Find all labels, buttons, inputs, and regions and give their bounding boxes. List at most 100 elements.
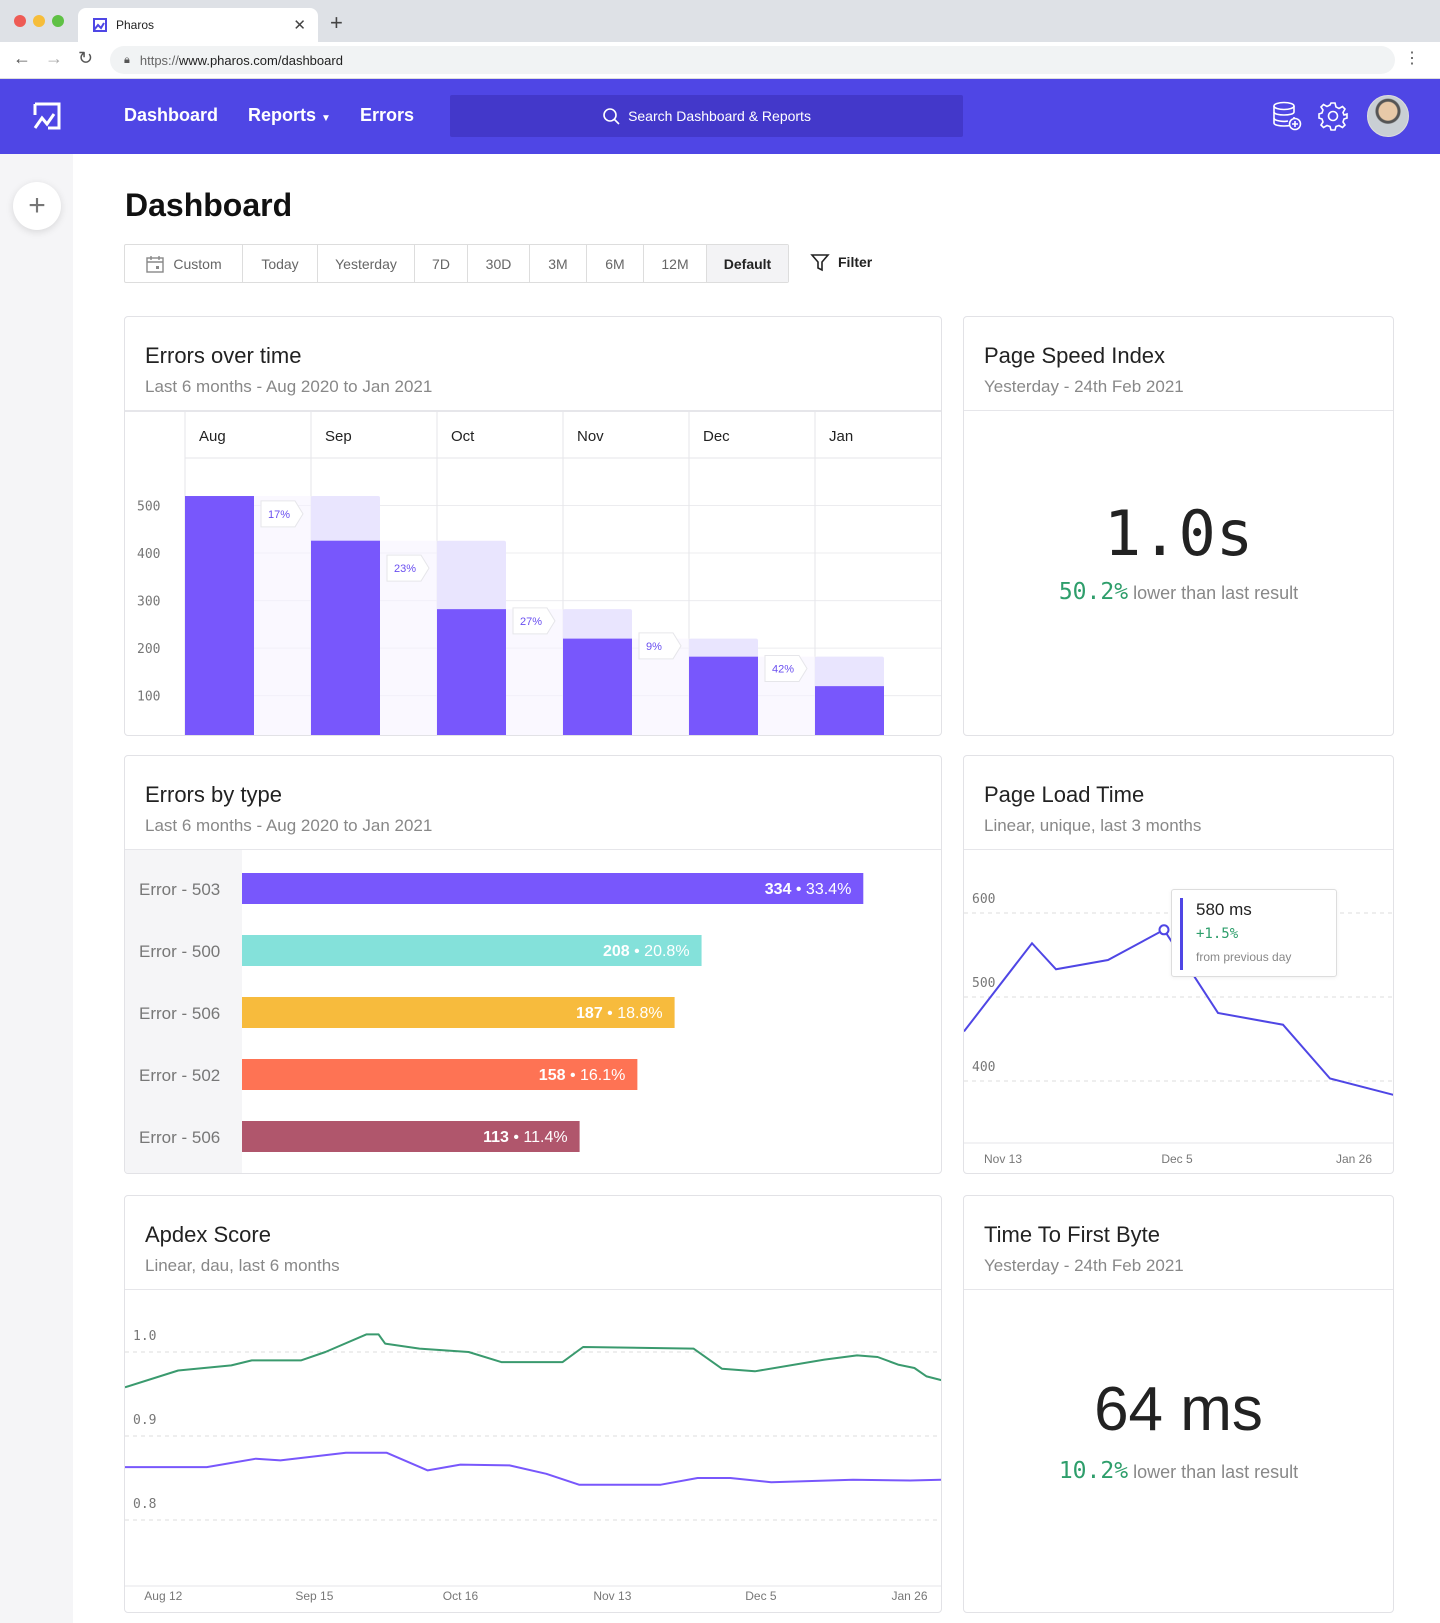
apdex-series-1-line bbox=[125, 1333, 941, 1389]
forward-icon[interactable]: → bbox=[45, 48, 63, 69]
nav-reports-label: Reports bbox=[248, 105, 317, 125]
search-icon bbox=[603, 108, 620, 125]
nav-reports[interactable]: Reports ▼ bbox=[248, 105, 331, 126]
error-percent: • 20.8% bbox=[634, 943, 689, 960]
close-window-button[interactable] bbox=[14, 15, 26, 27]
page-title: Dashboard bbox=[125, 187, 293, 223]
page-speed-value: 1.0s bbox=[1103, 497, 1254, 570]
tooltip-value: 580 ms bbox=[1196, 900, 1252, 919]
filter-button[interactable]: Filter bbox=[810, 252, 872, 272]
range-yesterday[interactable]: Yesterday bbox=[318, 245, 415, 282]
range-label: 7D bbox=[432, 255, 450, 272]
add-widget-button[interactable]: + bbox=[13, 182, 61, 230]
minimize-window-button[interactable] bbox=[33, 15, 45, 27]
y-tick-label: 400 bbox=[972, 1060, 995, 1075]
browser-tab[interactable]: Pharos ✕ bbox=[78, 8, 318, 42]
x-tick-label: Oct 16 bbox=[443, 1589, 479, 1603]
error-bar-label: 208 • 20.8% bbox=[603, 943, 690, 960]
pharos-logo-icon bbox=[93, 18, 107, 32]
nav-errors[interactable]: Errors bbox=[360, 105, 414, 126]
range-label: Today bbox=[261, 255, 299, 272]
x-tick-label: Nov 13 bbox=[593, 1589, 631, 1603]
bar-jan bbox=[815, 686, 884, 735]
errors-over-time-chart: 100 200 300 400 500 Aug Sep Oct Nov Dec Jan 17% 23% 2… bbox=[125, 411, 941, 735]
ttfb-value: 64 ms bbox=[1094, 1375, 1263, 1444]
bar-aug bbox=[185, 496, 254, 735]
tab-title: Pharos bbox=[116, 18, 155, 32]
error-bar-label: 187 • 18.8% bbox=[576, 1005, 663, 1022]
month-label: Aug bbox=[199, 428, 226, 445]
range-30d[interactable]: 30D bbox=[468, 245, 530, 282]
bar-sep bbox=[311, 540, 380, 735]
error-type-label: Error - 503 bbox=[139, 880, 220, 899]
error-type-label: Error - 502 bbox=[139, 1066, 220, 1085]
range-default[interactable]: Default bbox=[707, 245, 788, 282]
month-label: Sep bbox=[325, 428, 352, 445]
range-6m[interactable]: 6M bbox=[587, 245, 644, 282]
pharos-logo-icon[interactable] bbox=[32, 101, 62, 131]
search-placeholder: Search Dashboard & Reports bbox=[628, 108, 811, 124]
error-count: 187 bbox=[576, 1005, 607, 1022]
month-label: Dec bbox=[703, 428, 730, 445]
bar-oct bbox=[437, 609, 506, 735]
range-label: Default bbox=[723, 255, 772, 272]
close-tab-icon[interactable]: ✕ bbox=[293, 16, 306, 34]
y-tick-label: 300 bbox=[137, 595, 160, 610]
top-nav: Dashboard Reports ▼ Errors Search Dashbo… bbox=[0, 79, 1440, 154]
nav-dashboard[interactable]: Dashboard bbox=[124, 105, 218, 126]
y-tick-label: 100 bbox=[137, 690, 160, 705]
browser-menu-icon[interactable]: ⋮ bbox=[1404, 48, 1420, 68]
apdex-chart: 1.0 0.9 0.8 Aug 12 Sep 15 Oct 16 Nov 13 Dec 5 Ja… bbox=[125, 1329, 941, 1603]
month-label: Oct bbox=[451, 428, 475, 445]
change-percent: 10.2% bbox=[1058, 1458, 1129, 1484]
bar-dec bbox=[689, 656, 758, 735]
y-tick-label: 0.8 bbox=[133, 1497, 156, 1512]
range-label: 12M bbox=[661, 255, 689, 272]
page-speed-change: 50.2% lower than last result bbox=[964, 579, 1393, 605]
range-today[interactable]: Today bbox=[243, 245, 318, 282]
maximize-window-button[interactable] bbox=[52, 15, 64, 27]
highlight-point bbox=[1158, 924, 1170, 936]
range-custom[interactable]: Custom bbox=[125, 245, 243, 282]
url-protocol: https:// bbox=[139, 52, 179, 68]
filter-label: Filter bbox=[838, 254, 873, 270]
caret-down-icon: ▼ bbox=[321, 113, 331, 124]
range-3m[interactable]: 3M bbox=[530, 245, 587, 282]
card-title: Errors over time bbox=[145, 343, 302, 368]
range-12m[interactable]: 12M bbox=[644, 245, 707, 282]
calendar-icon bbox=[146, 255, 165, 273]
tooltip-change: +1.5% bbox=[1196, 926, 1239, 942]
error-percent: • 18.8% bbox=[607, 1005, 662, 1022]
error-count: 334 bbox=[765, 881, 796, 898]
back-icon[interactable]: ← bbox=[13, 48, 31, 69]
error-count: 113 bbox=[483, 1129, 513, 1146]
error-percent: • 16.1% bbox=[570, 1067, 625, 1084]
ttfb-change: 10.2% lower than last result bbox=[964, 1458, 1393, 1484]
error-percent: • 33.4% bbox=[796, 881, 851, 898]
range-label: 3M bbox=[548, 255, 568, 272]
range-label: Yesterday bbox=[335, 255, 397, 272]
database-add-icon[interactable] bbox=[1272, 101, 1302, 131]
card-subtitle: Yesterday - 24th Feb 2021 bbox=[984, 377, 1184, 396]
address-bar[interactable]: 🔒︎ https://www.pharos.com/dashboard bbox=[110, 46, 1395, 74]
avatar[interactable] bbox=[1367, 95, 1409, 137]
range-7d[interactable]: 7D bbox=[415, 245, 468, 282]
errors-by-type-card: Errors by type Last 6 months - Aug 2020 t… bbox=[124, 755, 942, 1174]
card-title: Errors by type bbox=[145, 782, 282, 807]
error-bar-label: 158 • 16.1% bbox=[539, 1067, 626, 1084]
card-subtitle: Last 6 months - Aug 2020 to Jan 2021 bbox=[145, 377, 433, 396]
month-label: Nov bbox=[577, 428, 604, 445]
apdex-series-2-line bbox=[125, 1451, 941, 1486]
x-tick-label: Nov 13 bbox=[984, 1152, 1022, 1166]
tooltip-note: from previous day bbox=[1196, 950, 1292, 964]
new-tab-button[interactable]: + bbox=[330, 10, 343, 36]
search-input[interactable]: Search Dashboard & Reports bbox=[450, 95, 963, 137]
x-tick-label: Dec 5 bbox=[1161, 1152, 1193, 1166]
card-title: Time To First Byte bbox=[984, 1222, 1161, 1247]
reload-icon[interactable]: ↻ bbox=[78, 48, 93, 69]
x-tick-label: Jan 26 bbox=[891, 1589, 927, 1603]
errors-over-time-card: Errors over time Last 6 months - Aug 2020… bbox=[124, 316, 942, 736]
lock-icon: 🔒︎ bbox=[124, 53, 130, 66]
x-tick-label: Sep 15 bbox=[295, 1589, 333, 1603]
gear-icon[interactable] bbox=[1318, 101, 1348, 131]
